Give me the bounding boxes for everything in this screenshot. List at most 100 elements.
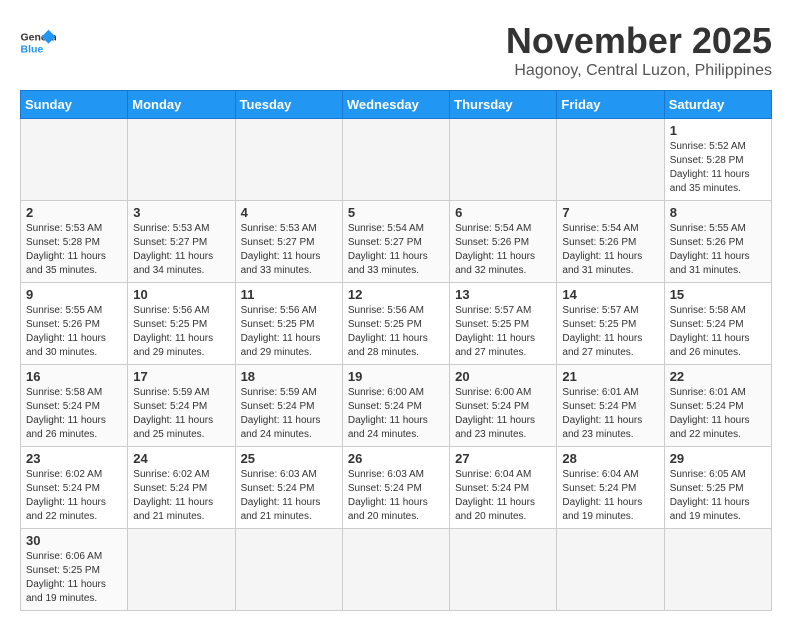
calendar-cell: 19 Sunrise: 6:00 AMSunset: 5:24 PMDayligh… xyxy=(342,365,449,447)
calendar-cell: 3Sunrise: 5:53 AMSunset: 5:27 PMDaylight… xyxy=(128,201,235,283)
day-number: 15 xyxy=(670,287,766,302)
calendar-cell xyxy=(450,529,557,611)
day-info: Sunrise: 5:58 AMSunset: 5:24 PMDaylight:… xyxy=(26,386,122,442)
calendar-week-row: 16 Sunrise: 5:58 AMSunset: 5:24 PMDayligh… xyxy=(21,365,772,447)
day-info: Sunrise: 5:56 AMSunset: 5:25 PMDaylight:… xyxy=(241,304,337,360)
calendar-cell: 9Sunrise: 5:55 AMSunset: 5:26 PMDaylight… xyxy=(21,283,128,365)
day-number: 21 xyxy=(562,369,658,384)
calendar-week-row: 2Sunrise: 5:53 AMSunset: 5:28 PMDaylight… xyxy=(21,201,772,283)
day-number: 14 xyxy=(562,287,658,302)
calendar-cell xyxy=(342,119,449,201)
day-number: 24 xyxy=(133,451,229,466)
calendar-cell xyxy=(128,119,235,201)
day-info: Sunrise: 6:01 AMSunset: 5:24 PMDaylight:… xyxy=(562,386,658,442)
day-info: Sunrise: 6:06 AMSunset: 5:25 PMDaylight:… xyxy=(26,550,122,606)
day-info: Sunrise: 5:53 AMSunset: 5:27 PMDaylight:… xyxy=(133,222,229,278)
weekday-header-monday: Monday xyxy=(128,91,235,119)
day-number: 26 xyxy=(348,451,444,466)
day-number: 1 xyxy=(670,123,766,138)
day-number: 20 xyxy=(455,369,551,384)
day-number: 10 xyxy=(133,287,229,302)
day-number: 2 xyxy=(26,205,122,220)
calendar-cell: 4 Sunrise: 5:53 AMSunset: 5:27 PMDaylight… xyxy=(235,201,342,283)
day-number: 5 xyxy=(348,205,444,220)
day-number: 19 xyxy=(348,369,444,384)
day-info: Sunrise: 5:54 AMSunset: 5:27 PMDaylight:… xyxy=(348,222,444,278)
day-info: Sunrise: 6:00 AMSunset: 5:24 PMDaylight:… xyxy=(348,386,444,442)
calendar-week-row: 1Sunrise: 5:52 AMSunset: 5:28 PMDaylight… xyxy=(21,119,772,201)
calendar-cell: 8Sunrise: 5:55 AMSunset: 5:26 PMDaylight… xyxy=(664,201,771,283)
calendar-cell: 14 Sunrise: 5:57 AMSunset: 5:25 PMDayligh… xyxy=(557,283,664,365)
day-info: Sunrise: 5:56 AMSunset: 5:25 PMDaylight:… xyxy=(133,304,229,360)
title-area: November 2025 Hagonoy, Central Luzon, Ph… xyxy=(506,20,772,80)
calendar-cell: 11 Sunrise: 5:56 AMSunset: 5:25 PMDayligh… xyxy=(235,283,342,365)
day-number: 18 xyxy=(241,369,337,384)
calendar-cell: 16 Sunrise: 5:58 AMSunset: 5:24 PMDayligh… xyxy=(21,365,128,447)
generalblue-logo-icon: General Blue xyxy=(20,28,56,56)
day-info: Sunrise: 6:02 AMSunset: 5:24 PMDaylight:… xyxy=(133,468,229,524)
calendar-cell: 23 Sunrise: 6:02 AMSunset: 5:24 PMDayligh… xyxy=(21,447,128,529)
calendar-cell: 7Sunrise: 5:54 AMSunset: 5:26 PMDaylight… xyxy=(557,201,664,283)
calendar-cell: 18 Sunrise: 5:59 AMSunset: 5:24 PMDayligh… xyxy=(235,365,342,447)
calendar-cell: 12 Sunrise: 5:56 AMSunset: 5:25 PMDayligh… xyxy=(342,283,449,365)
day-number: 16 xyxy=(26,369,122,384)
calendar-cell xyxy=(557,119,664,201)
calendar-cell: 25 Sunrise: 6:03 AMSunset: 5:24 PMDayligh… xyxy=(235,447,342,529)
day-info: Sunrise: 5:59 AMSunset: 5:24 PMDaylight:… xyxy=(133,386,229,442)
calendar-cell: 17 Sunrise: 5:59 AMSunset: 5:24 PMDayligh… xyxy=(128,365,235,447)
calendar-cell: 21 Sunrise: 6:01 AMSunset: 5:24 PMDayligh… xyxy=(557,365,664,447)
day-info: Sunrise: 6:04 AMSunset: 5:24 PMDaylight:… xyxy=(455,468,551,524)
page-header: General Blue November 2025 Hagonoy, Cent… xyxy=(20,20,772,80)
calendar-cell xyxy=(664,529,771,611)
day-info: Sunrise: 5:59 AMSunset: 5:24 PMDaylight:… xyxy=(241,386,337,442)
day-number: 28 xyxy=(562,451,658,466)
day-info: Sunrise: 6:04 AMSunset: 5:24 PMDaylight:… xyxy=(562,468,658,524)
day-number: 23 xyxy=(26,451,122,466)
location-title: Hagonoy, Central Luzon, Philippines xyxy=(506,62,772,80)
logo: General Blue xyxy=(20,28,56,56)
day-info: Sunrise: 6:01 AMSunset: 5:24 PMDaylight:… xyxy=(670,386,766,442)
day-number: 30 xyxy=(26,533,122,548)
calendar-cell: 30 Sunrise: 6:06 AMSunset: 5:25 PMDayligh… xyxy=(21,529,128,611)
calendar-cell xyxy=(128,529,235,611)
day-info: Sunrise: 5:53 AMSunset: 5:27 PMDaylight:… xyxy=(241,222,337,278)
day-number: 22 xyxy=(670,369,766,384)
day-number: 13 xyxy=(455,287,551,302)
weekday-header-thursday: Thursday xyxy=(450,91,557,119)
day-info: Sunrise: 6:03 AMSunset: 5:24 PMDaylight:… xyxy=(241,468,337,524)
day-number: 17 xyxy=(133,369,229,384)
month-title: November 2025 xyxy=(506,20,772,62)
calendar-week-row: 30 Sunrise: 6:06 AMSunset: 5:25 PMDayligh… xyxy=(21,529,772,611)
day-info: Sunrise: 6:02 AMSunset: 5:24 PMDaylight:… xyxy=(26,468,122,524)
weekday-header-friday: Friday xyxy=(557,91,664,119)
day-number: 6 xyxy=(455,205,551,220)
calendar-cell: 22 Sunrise: 6:01 AMSunset: 5:24 PMDayligh… xyxy=(664,365,771,447)
day-info: Sunrise: 5:54 AMSunset: 5:26 PMDaylight:… xyxy=(455,222,551,278)
calendar-cell: 15Sunrise: 5:58 AMSunset: 5:24 PMDayligh… xyxy=(664,283,771,365)
day-number: 12 xyxy=(348,287,444,302)
calendar-cell: 28 Sunrise: 6:04 AMSunset: 5:24 PMDayligh… xyxy=(557,447,664,529)
weekday-header-tuesday: Tuesday xyxy=(235,91,342,119)
calendar-cell: 29 Sunrise: 6:05 AMSunset: 5:25 PMDayligh… xyxy=(664,447,771,529)
calendar-cell: 24 Sunrise: 6:02 AMSunset: 5:24 PMDayligh… xyxy=(128,447,235,529)
day-info: Sunrise: 5:56 AMSunset: 5:25 PMDaylight:… xyxy=(348,304,444,360)
calendar-cell: 20Sunrise: 6:00 AMSunset: 5:24 PMDayligh… xyxy=(450,365,557,447)
day-number: 4 xyxy=(241,205,337,220)
calendar-cell xyxy=(21,119,128,201)
day-info: Sunrise: 6:05 AMSunset: 5:25 PMDaylight:… xyxy=(670,468,766,524)
calendar-cell: 27Sunrise: 6:04 AMSunset: 5:24 PMDayligh… xyxy=(450,447,557,529)
day-number: 8 xyxy=(670,205,766,220)
day-info: Sunrise: 5:57 AMSunset: 5:25 PMDaylight:… xyxy=(562,304,658,360)
calendar-cell: 2Sunrise: 5:53 AMSunset: 5:28 PMDaylight… xyxy=(21,201,128,283)
calendar-cell xyxy=(342,529,449,611)
svg-text:Blue: Blue xyxy=(21,44,44,56)
day-number: 25 xyxy=(241,451,337,466)
calendar-cell xyxy=(557,529,664,611)
calendar-cell: 26Sunrise: 6:03 AMSunset: 5:24 PMDayligh… xyxy=(342,447,449,529)
calendar-table: SundayMondayTuesdayWednesdayThursdayFrid… xyxy=(20,90,772,611)
weekday-header-sunday: Sunday xyxy=(21,91,128,119)
day-number: 11 xyxy=(241,287,337,302)
day-number: 29 xyxy=(670,451,766,466)
calendar-cell: 1Sunrise: 5:52 AMSunset: 5:28 PMDaylight… xyxy=(664,119,771,201)
day-number: 7 xyxy=(562,205,658,220)
